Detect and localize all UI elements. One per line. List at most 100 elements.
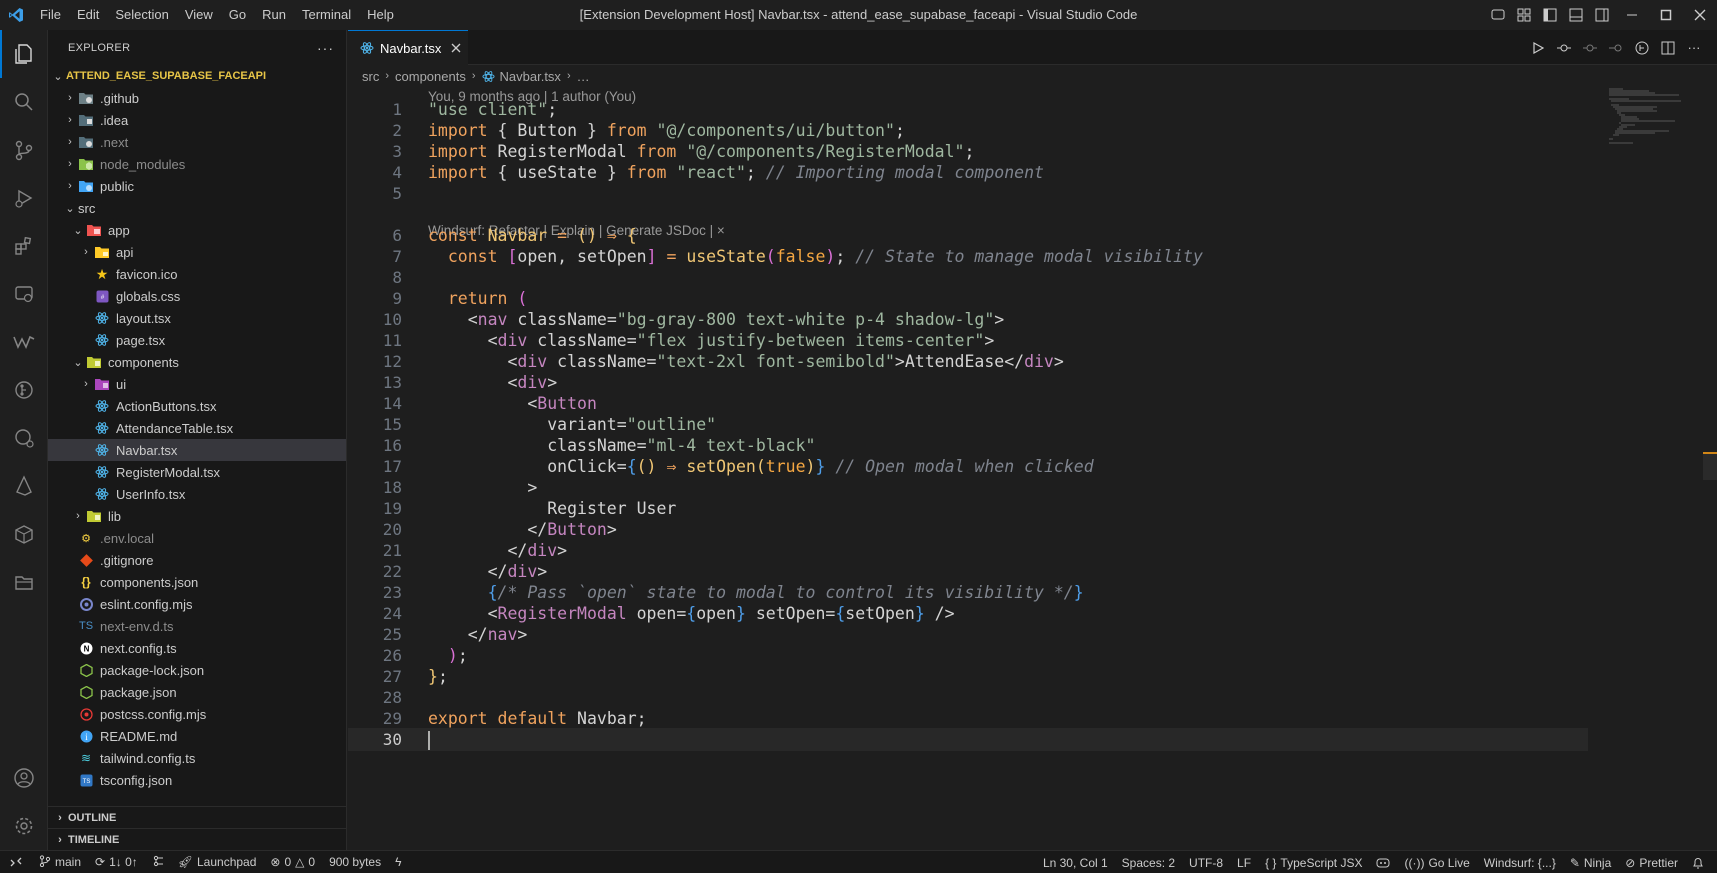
toggle-primary-sidebar-icon[interactable] [1537, 0, 1563, 30]
packages-icon[interactable] [0, 510, 48, 558]
minimize-icon[interactable] [1615, 0, 1649, 30]
close-tab-icon[interactable] [451, 43, 461, 53]
source-control-icon[interactable] [0, 126, 48, 174]
settings-gear-icon[interactable] [0, 802, 48, 850]
toggle-secondary-sidebar-icon[interactable] [1589, 0, 1615, 30]
tree-file[interactable]: ActionButtons.tsx [48, 395, 346, 417]
tree-file[interactable]: RegisterModal.tsx [48, 461, 346, 483]
tree-file[interactable]: TS next-env.d.ts [48, 615, 346, 637]
gitlens-compare-icon[interactable] [1629, 41, 1655, 55]
project-manager-icon[interactable] [0, 558, 48, 606]
notifications-icon[interactable] [1685, 851, 1711, 873]
remote-indicator[interactable] [0, 851, 32, 873]
more-actions-icon[interactable]: ··· [317, 40, 334, 56]
menu-help[interactable]: Help [359, 0, 402, 30]
menu-file[interactable]: File [32, 0, 69, 30]
encoding-status[interactable]: UTF-8 [1182, 851, 1230, 873]
breadcrumb-src[interactable]: src [362, 69, 379, 84]
run-file-icon[interactable] [1525, 41, 1551, 54]
tree-folder[interactable]: › lib [48, 505, 346, 527]
maximize-icon[interactable] [1649, 0, 1683, 30]
tree-folder[interactable]: ⌄ src [48, 197, 346, 219]
tree-file[interactable]: page.tsx [48, 329, 346, 351]
tree-file[interactable]: Navbar.tsx [48, 439, 346, 461]
split-editor-icon[interactable] [1655, 41, 1681, 55]
tree-folder[interactable]: ⌄ app [48, 219, 346, 241]
search-icon[interactable] [0, 78, 48, 126]
tree-file[interactable]: eslint.config.mjs [48, 593, 346, 615]
menu-edit[interactable]: Edit [69, 0, 107, 30]
previous-change-icon[interactable] [1577, 41, 1603, 55]
tree-file[interactable]: TS tsconfig.json [48, 769, 346, 791]
eol-status[interactable]: LF [1230, 851, 1258, 873]
copilot-chat-icon[interactable] [1485, 0, 1511, 30]
tree-file[interactable]: i README.md [48, 725, 346, 747]
timeline-section[interactable]: › TIMELINE [48, 828, 347, 850]
tree-file[interactable]: UserInfo.tsx [48, 483, 346, 505]
minimap[interactable] [1609, 87, 1699, 167]
workspace-root[interactable]: ⌄ ATTEND_EASE_SUPABASE_FACEAPI [48, 65, 346, 87]
tree-folder[interactable]: › node_modules [48, 153, 346, 175]
windsurf-status[interactable]: Windsurf: {...} [1477, 851, 1563, 873]
gitlens-inspect-icon[interactable] [0, 414, 48, 462]
extensions-icon[interactable] [0, 222, 48, 270]
remote-explorer-icon[interactable] [0, 270, 48, 318]
layout-customize-icon[interactable] [1511, 0, 1537, 30]
tree-folder[interactable]: › .idea [48, 109, 346, 131]
tree-file[interactable]: ≋ tailwind.config.ts [48, 747, 346, 769]
code-editor[interactable]: You, 9 months ago | 1 author (You) Winds… [348, 87, 1717, 850]
breadcrumb-components[interactable]: components [395, 69, 466, 84]
tree-file[interactable]: ⚙ .env.local [48, 527, 346, 549]
problems-status[interactable]: ⊗ 0 △ 0 [263, 851, 322, 873]
file-size-status[interactable]: 900 bytes [322, 851, 388, 873]
tree-file[interactable]: ★ favicon.ico [48, 263, 346, 285]
indentation-status[interactable]: Spaces: 2 [1115, 851, 1182, 873]
explorer-icon[interactable] [0, 30, 48, 78]
windsurf-icon[interactable] [0, 318, 48, 366]
menu-go[interactable]: Go [221, 0, 254, 30]
breadcrumb-file[interactable]: Navbar.tsx [500, 69, 561, 84]
branch-status[interactable]: main [32, 851, 88, 873]
cursor-position[interactable]: Ln 30, Col 1 [1036, 851, 1115, 873]
tree-file[interactable]: .gitignore [48, 549, 346, 571]
more-editor-actions-icon[interactable]: ··· [1681, 40, 1707, 55]
launchpad-status[interactable]: 🚀︎ Launchpad [171, 851, 264, 873]
tree-file[interactable]: # globals.css [48, 285, 346, 307]
tree-file[interactable]: postcss.config.mjs [48, 703, 346, 725]
graph-status[interactable] [145, 851, 171, 873]
account-icon[interactable] [0, 754, 48, 802]
tree-file[interactable]: {} components.json [48, 571, 346, 593]
menu-selection[interactable]: Selection [107, 0, 176, 30]
breadcrumb-symbol[interactable]: … [577, 69, 590, 84]
tree-folder[interactable]: › public [48, 175, 346, 197]
tree-file[interactable]: Nnext.config.ts [48, 637, 346, 659]
run-debug-icon[interactable] [0, 174, 48, 222]
prisma-icon[interactable] [0, 462, 48, 510]
sync-status[interactable]: ⟳ 1↓ 0↑ [88, 851, 145, 873]
next-change-icon[interactable] [1603, 41, 1629, 55]
ninja-status[interactable]: ✎ Ninja [1563, 851, 1618, 873]
menu-terminal[interactable]: Terminal [294, 0, 359, 30]
close-window-icon[interactable] [1683, 0, 1717, 30]
prettier-status[interactable]: ⊘ Prettier [1618, 851, 1685, 873]
lightning-icon[interactable]: ϟ [388, 851, 408, 873]
scrollbar-thumb[interactable] [1703, 452, 1717, 480]
tree-file[interactable]: package-lock.json [48, 659, 346, 681]
language-mode[interactable]: { } TypeScript JSX [1258, 851, 1369, 873]
tree-folder[interactable]: › .github [48, 87, 346, 109]
tree-file[interactable]: layout.tsx [48, 307, 346, 329]
tab-navbar[interactable]: Navbar.tsx [348, 30, 468, 65]
toggle-panel-icon[interactable] [1563, 0, 1589, 30]
outline-section[interactable]: › OUTLINE [48, 806, 347, 828]
gitlens-icon[interactable] [0, 366, 48, 414]
tree-folder[interactable]: › ui [48, 373, 346, 395]
tree-folder[interactable]: › api [48, 241, 346, 263]
open-changes-icon[interactable] [1551, 41, 1577, 55]
go-live-status[interactable]: ((·)) Go Live [1397, 851, 1476, 873]
menu-run[interactable]: Run [254, 0, 294, 30]
tree-folder[interactable]: › .next [48, 131, 346, 153]
tree-file[interactable]: AttendanceTable.tsx [48, 417, 346, 439]
tree-file[interactable]: package.json [48, 681, 346, 703]
menu-view[interactable]: View [177, 0, 221, 30]
tree-folder[interactable]: ⌄ components [48, 351, 346, 373]
